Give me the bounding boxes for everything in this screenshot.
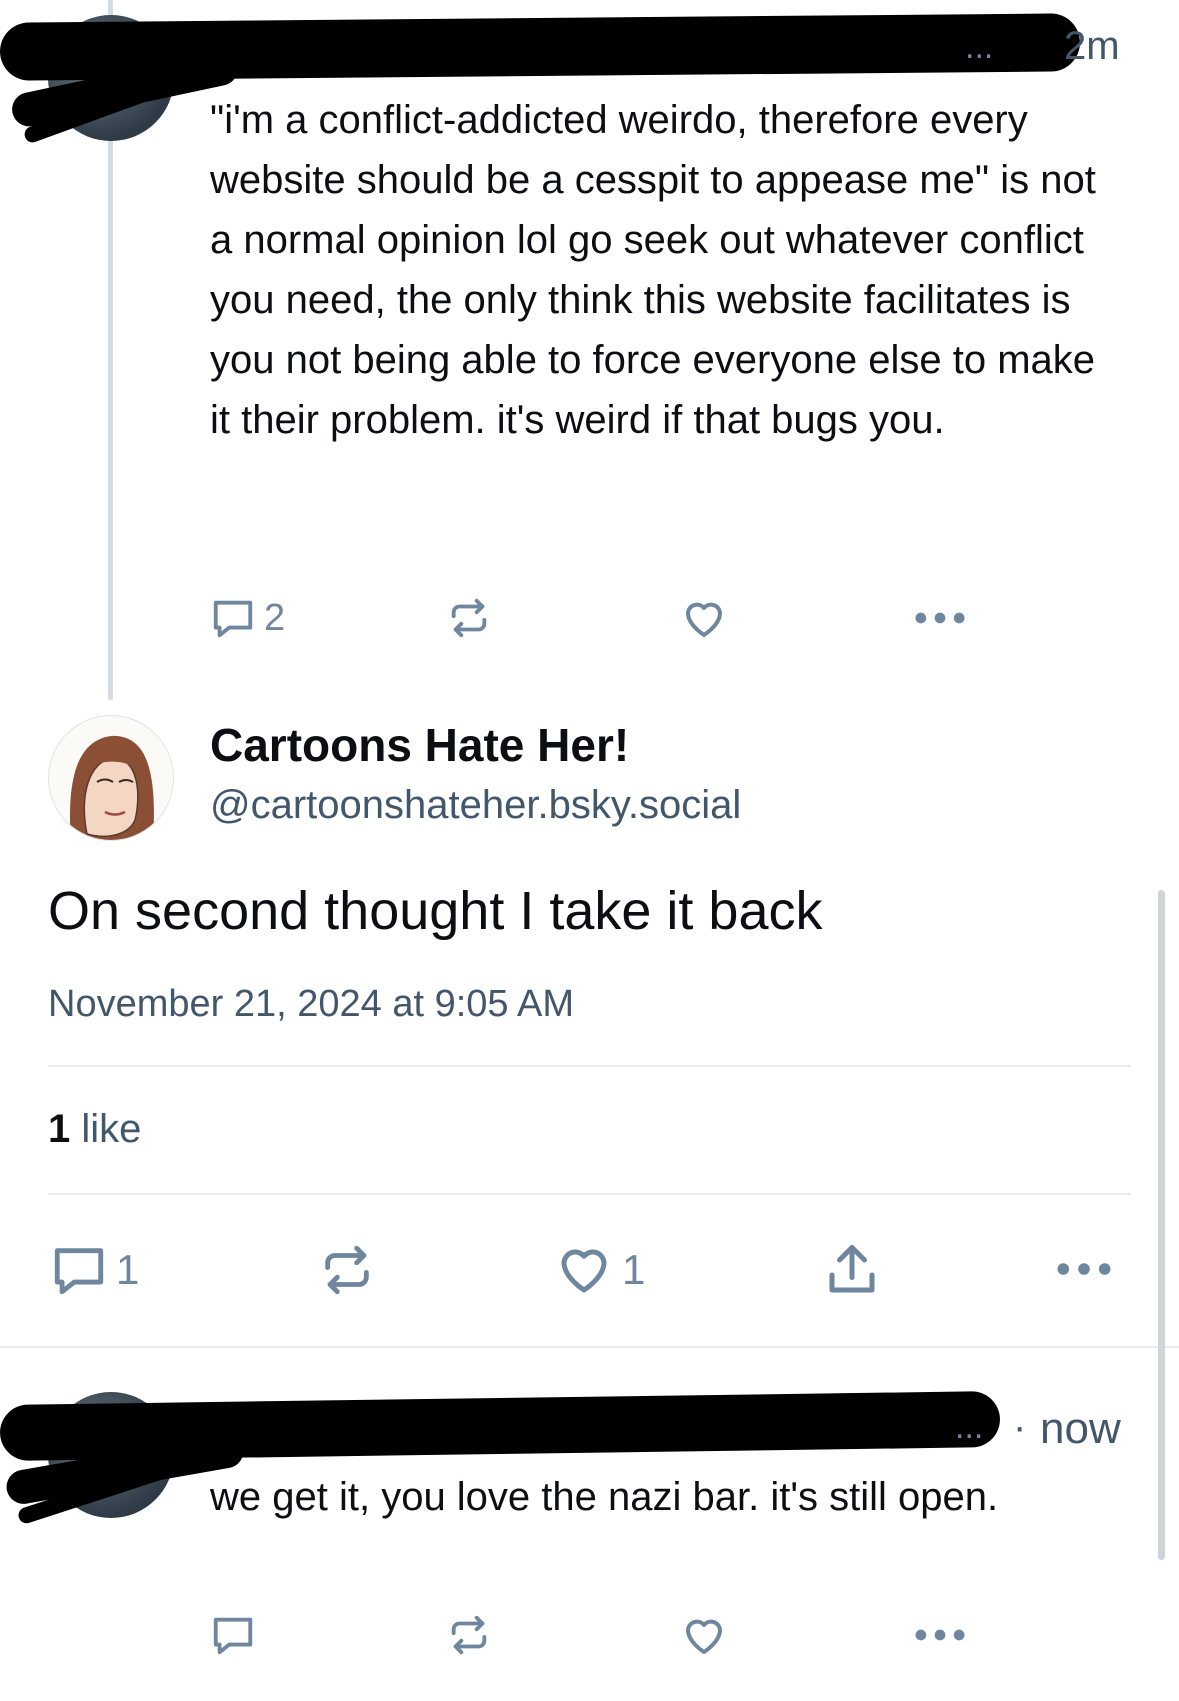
repost-icon bbox=[451, 598, 487, 638]
reply-button[interactable]: 1 bbox=[50, 1241, 139, 1299]
repost-icon bbox=[451, 1615, 487, 1655]
reply-count: 1 bbox=[116, 1246, 140, 1293]
repost-button[interactable] bbox=[318, 1241, 376, 1299]
repost-button[interactable] bbox=[446, 595, 492, 641]
likes-summary[interactable]: 1 like bbox=[48, 1107, 141, 1152]
reply-button[interactable] bbox=[210, 1612, 256, 1658]
repost-icon bbox=[325, 1245, 369, 1295]
divider bbox=[0, 1346, 1179, 1348]
more-options-button[interactable] bbox=[1055, 1242, 1113, 1296]
reply-icon bbox=[54, 1248, 104, 1295]
display-name[interactable]: Cartoons Hate Her! bbox=[210, 718, 629, 772]
post-time[interactable]: 2m bbox=[1064, 24, 1120, 69]
post-text: "i'm a conflict-addicted weirdo, therefo… bbox=[210, 98, 1096, 442]
reply-button[interactable]: 2 bbox=[210, 595, 285, 641]
reply-icon bbox=[213, 600, 253, 638]
scrollbar[interactable] bbox=[1158, 890, 1165, 1560]
post-timestamp: November 21, 2024 at 9:05 AM bbox=[48, 983, 574, 1025]
like-button[interactable] bbox=[680, 595, 728, 643]
like-button[interactable] bbox=[680, 1612, 728, 1660]
heart-icon bbox=[686, 602, 722, 637]
more-options-button[interactable] bbox=[912, 1612, 968, 1658]
like-button[interactable]: 1 bbox=[554, 1240, 645, 1300]
more-options-button[interactable] bbox=[912, 595, 968, 641]
like-count: 1 bbox=[622, 1246, 646, 1293]
post-text: we get it, you love the nazi bar. it's s… bbox=[210, 1475, 999, 1519]
post-handle-fragment: ... bbox=[965, 28, 994, 66]
likes-label: like bbox=[81, 1107, 142, 1151]
post-handle-fragment: ... bbox=[955, 1408, 984, 1446]
ellipsis-icon bbox=[915, 612, 965, 624]
divider bbox=[48, 1065, 1131, 1067]
handle[interactable]: @cartoonshateher.bsky.social bbox=[210, 783, 741, 828]
repost-button[interactable] bbox=[446, 1612, 492, 1658]
time-separator: · bbox=[1013, 1405, 1027, 1449]
ellipsis-icon bbox=[1057, 1263, 1111, 1275]
heart-icon bbox=[561, 1249, 607, 1293]
post-time[interactable]: now bbox=[1040, 1404, 1121, 1454]
divider bbox=[48, 1193, 1131, 1195]
reply-count: 2 bbox=[264, 596, 286, 639]
ellipsis-icon bbox=[915, 1629, 965, 1641]
share-icon bbox=[829, 1245, 875, 1293]
share-button[interactable] bbox=[822, 1240, 882, 1300]
heart-icon bbox=[686, 1619, 722, 1654]
reply-icon bbox=[213, 1617, 253, 1655]
avatar[interactable] bbox=[48, 715, 174, 841]
main-post-text: On second thought I take it back bbox=[48, 881, 823, 941]
likes-count: 1 bbox=[48, 1107, 71, 1151]
avatar-illustration bbox=[70, 735, 154, 840]
